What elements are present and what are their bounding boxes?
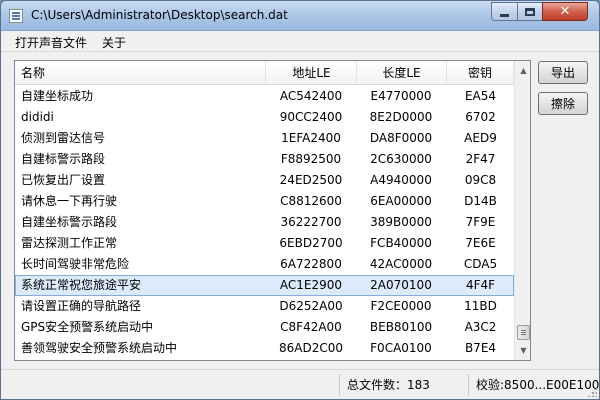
row-address: AC1E2900 — [279, 278, 343, 292]
list-header: 名称 地址LE 长度LE 密钥 — [15, 61, 514, 85]
close-icon: ✕ — [559, 4, 571, 19]
row-length: F2CE0000 — [370, 299, 432, 313]
row-address: 90CC2400 — [279, 110, 343, 124]
row-address: D6252A00 — [279, 299, 343, 313]
list-rows: 自建坐标成功 AC542400 E4770000 EA54 dididi 90CC2400… — [15, 86, 514, 359]
row-address: 1EFA2400 — [281, 131, 341, 145]
row-address: 24ED2500 — [279, 173, 343, 187]
row-length: BEB80100 — [369, 320, 433, 334]
table-row[interactable]: 系统正常祝您旅途平安 AC1E2900 2A070100 4F4F — [15, 275, 514, 296]
table-row[interactable]: 请设置正确的导航路径 D6252A00 F2CE0000 11BD — [15, 296, 514, 317]
file-count-status: 总文件数：183 — [347, 378, 430, 392]
column-header-name[interactable]: 名称 — [15, 61, 266, 85]
file-list[interactable]: 名称 地址LE 长度LE 密钥 自建坐标成功 AC542400 E4770000 EA… — [14, 60, 531, 361]
maximize-button[interactable] — [517, 2, 543, 21]
row-key: 7E6E — [465, 236, 496, 250]
row-length: 2A070100 — [370, 278, 432, 292]
row-length: 8E2D0000 — [369, 110, 433, 124]
status-bar: 总文件数：183 校验:8500...E00E100 — [1, 369, 599, 399]
row-key: 2F47 — [465, 152, 496, 166]
arrow-up-icon[interactable]: ▲ — [516, 62, 530, 79]
title-bar[interactable]: C:\Users\Administrator\Desktop\search.da… — [1, 1, 599, 31]
row-name: 自建坐标成功 — [21, 89, 94, 103]
table-row[interactable]: 自建标警示路段 F8892500 2C630000 2F47 — [15, 149, 514, 170]
vertical-scrollbar[interactable]: ▲ ▼ — [514, 61, 530, 360]
table-row[interactable]: dididi 90CC2400 8E2D0000 6702 — [15, 107, 514, 128]
menu-item-about[interactable]: 关于 — [102, 34, 126, 51]
row-key: 7F9E — [465, 215, 496, 229]
row-key: CDA5 — [463, 257, 498, 271]
arrow-down-icon[interactable]: ▼ — [516, 342, 530, 359]
column-header-address[interactable]: 地址LE — [267, 61, 357, 85]
row-length: FCB40000 — [370, 236, 432, 250]
row-name: 自建坐标警示路段 — [21, 215, 118, 229]
table-row[interactable]: 善领驾驶安全预警系统启动中 86AD2C00 F0CA0100 B7E4 — [15, 338, 514, 359]
table-row[interactable]: 侦测到雷达信号 1EFA2400 DA8F0000 AED9 — [15, 128, 514, 149]
row-name: GPS安全预警系统启动中 — [21, 320, 154, 334]
row-address: 86AD2C00 — [278, 341, 343, 355]
document-list-icon — [9, 9, 23, 23]
row-length: E4770000 — [370, 89, 432, 103]
row-length: DA8F0000 — [369, 131, 433, 145]
row-name: 已恢复出厂设置 — [21, 173, 106, 187]
maximize-icon — [525, 7, 535, 16]
menu-item-open-sound-file[interactable]: 打开声音文件 — [15, 34, 87, 51]
row-address: 6EBD2700 — [279, 236, 343, 250]
row-key: 09C8 — [464, 173, 497, 187]
row-name: 系统正常祝您旅途平安 — [21, 278, 142, 292]
export-button[interactable]: 导出 — [538, 61, 588, 84]
row-length: 6EA00000 — [370, 194, 432, 208]
table-row[interactable]: 已恢复出厂设置 24ED2500 A4940000 09C8 — [15, 170, 514, 191]
row-key: D14B — [464, 194, 497, 208]
row-name: 侦测到雷达信号 — [21, 131, 106, 145]
row-length: A4940000 — [370, 173, 432, 187]
row-name: 善领驾驶安全预警系统启动中 — [21, 341, 178, 355]
row-key: 6702 — [465, 110, 496, 124]
row-length: 2C630000 — [370, 152, 432, 166]
row-name: 请设置正确的导航路径 — [21, 299, 142, 313]
row-key: A3C2 — [464, 320, 497, 334]
table-row[interactable]: 自建坐标成功 AC542400 E4770000 EA54 — [15, 86, 514, 107]
row-name: dididi — [21, 110, 54, 124]
main-window: C:\Users\Administrator\Desktop\search.da… — [0, 0, 600, 400]
row-length: 42AC0000 — [369, 257, 433, 271]
row-key: EA54 — [464, 89, 497, 103]
table-row[interactable]: 自建坐标警示路段 36222700 389B0000 7F9E — [15, 212, 514, 233]
menu-bar: 打开声音文件 关于 — [1, 31, 599, 52]
column-header-length[interactable]: 长度LE — [357, 61, 447, 85]
column-header-key[interactable]: 密钥 — [447, 61, 514, 85]
row-address: 36222700 — [280, 215, 342, 229]
scrollbar-thumb[interactable] — [517, 325, 530, 340]
row-name: 自建标警示路段 — [21, 152, 106, 166]
table-row[interactable]: 长时间驾驶非常危险 6A722800 42AC0000 CDA5 — [15, 254, 514, 275]
row-address: C8812600 — [280, 194, 342, 208]
table-row[interactable]: GPS安全预警系统启动中 C8F42A00 BEB80100 A3C2 — [15, 317, 514, 338]
row-length: F0CA0100 — [370, 341, 432, 355]
table-row[interactable]: 请休息一下再行驶 C8812600 6EA00000 D14B — [15, 191, 514, 212]
row-name: 雷达探测工作正常 — [21, 236, 118, 250]
row-key: 11BD — [464, 299, 497, 313]
row-length: 389B0000 — [370, 215, 432, 229]
checksum-status: 校验:8500...E00E100 — [476, 378, 600, 392]
status-divider — [468, 374, 469, 396]
minimize-icon — [500, 13, 509, 17]
minimize-button[interactable] — [491, 2, 518, 21]
row-key: 4F4F — [465, 278, 496, 292]
window-title: C:\Users\Administrator\Desktop\search.da… — [31, 8, 288, 22]
status-divider — [339, 374, 340, 396]
row-address: 6A722800 — [280, 257, 342, 271]
row-name: 长时间驾驶非常危险 — [21, 257, 130, 271]
table-row[interactable]: 雷达探测工作正常 6EBD2700 FCB40000 7E6E — [15, 233, 514, 254]
row-address: C8F42A00 — [280, 320, 342, 334]
close-button[interactable]: ✕ — [542, 2, 588, 21]
erase-button[interactable]: 擦除 — [538, 92, 588, 115]
row-key: AED9 — [464, 131, 497, 145]
row-address: AC542400 — [279, 89, 343, 103]
row-key: B7E4 — [464, 341, 497, 355]
row-address: F8892500 — [280, 152, 342, 166]
row-name: 请休息一下再行驶 — [21, 194, 118, 208]
